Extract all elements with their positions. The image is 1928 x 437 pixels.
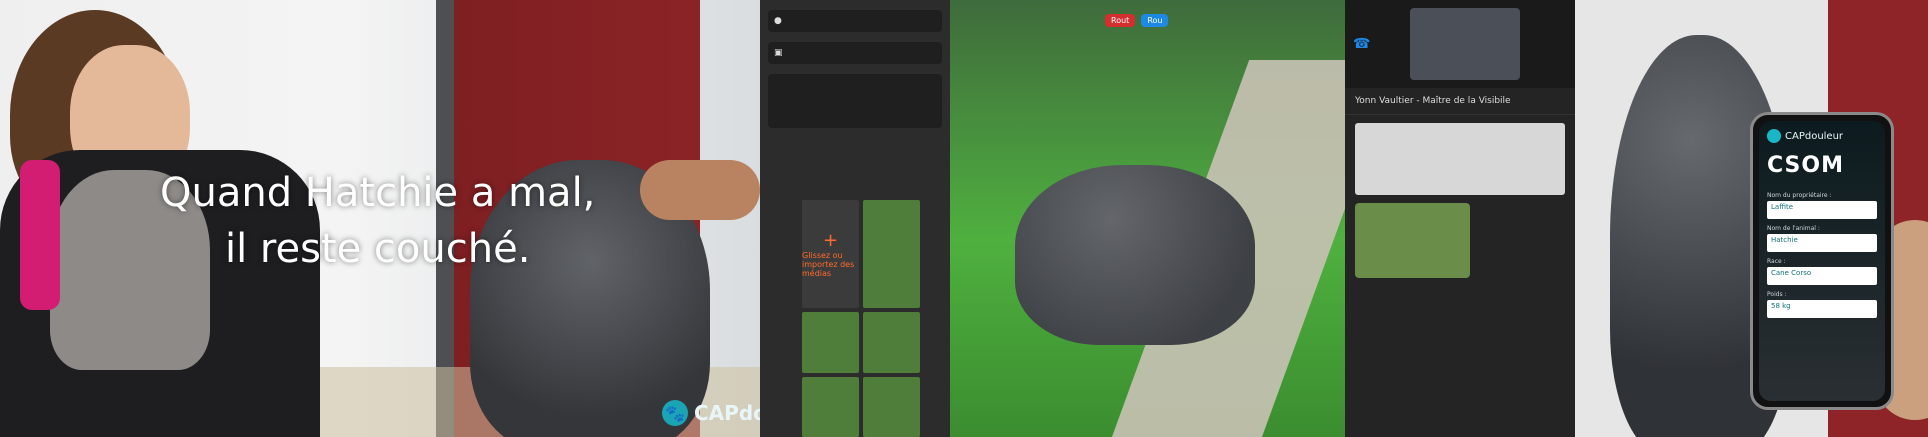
sidebar-card-pet[interactable]: ▣ [768, 42, 942, 64]
record-button[interactable]: Rout [1105, 14, 1136, 27]
chat-message [1355, 123, 1565, 195]
animal-field: Nom de l'animal : Hatchie [1767, 225, 1877, 252]
video-controls: Rout Rou [1105, 14, 1169, 27]
sidebar-card-contact[interactable]: ● [768, 10, 942, 32]
phone-subtitle [1759, 178, 1885, 186]
phone-app-title: CAPdouleur [1785, 130, 1844, 142]
media-thumbnail[interactable] [863, 376, 920, 437]
media-thumbnail[interactable] [802, 312, 859, 373]
pink-jacket-detail [20, 160, 60, 310]
pet-thumbnail-icon: ▣ [774, 48, 783, 58]
app-logo-icon [1767, 129, 1781, 143]
add-media-label: Glissez ou importez des médias [802, 251, 855, 279]
chat-header: Yonn Vaultier - Maître de la Visibile [1345, 88, 1575, 115]
field-label: Nom de l'animal : [1767, 225, 1820, 232]
remote-video-thumbnail [1410, 8, 1521, 80]
avatar-icon: ● [774, 16, 782, 26]
main-video-view: Rout Rou [950, 0, 1400, 437]
weight-input[interactable]: 58 kg [1767, 300, 1877, 318]
media-thumbnail[interactable] [863, 312, 920, 373]
media-thumbnail[interactable] [802, 376, 859, 437]
photo-phone-dog: CAPdouleur CSOM Nom du propriétaire : La… [1575, 0, 1928, 437]
brand-logo: 🐾 CAPdou [662, 400, 760, 426]
left-sidebar: ● ▣ + Glissez ou importez des médias [760, 0, 951, 437]
caption-line-1: Quand Hatchie a mal, [160, 170, 596, 216]
paw-icon: 🐾 [662, 400, 688, 426]
video-call-header: ☎ [1345, 0, 1575, 88]
app-screenshot: ● ▣ + Glissez ou importez des médias Rou… [760, 0, 1575, 437]
chat-panel: ☎ Yonn Vaultier - Maître de la Visibile [1345, 0, 1575, 437]
media-thumbnail[interactable] [863, 200, 920, 309]
smartphone: CAPdouleur CSOM Nom du propriétaire : La… [1750, 112, 1894, 410]
phone-brand-title: CSOM [1767, 153, 1844, 178]
field-label: Poids : [1767, 291, 1787, 298]
owner-field: Nom du propriétaire : Laffite [1767, 192, 1877, 219]
weight-field: Poids : 58 kg [1767, 291, 1877, 318]
human-arm [640, 160, 760, 220]
dog-lying-on-grass [1015, 165, 1255, 345]
photo-woman-dog: Quand Hatchie a mal, il reste couché. 🐾 … [0, 0, 760, 437]
phone-screen: CAPdouleur CSOM Nom du propriétaire : La… [1759, 121, 1885, 401]
phone-app-header: CAPdouleur [1759, 121, 1885, 143]
sidebar-card-appointment[interactable] [768, 74, 942, 128]
field-label: Nom du propriétaire : [1767, 192, 1832, 199]
breed-input[interactable]: Cane Corso [1767, 267, 1877, 285]
video-caption: Quand Hatchie a mal, il reste couché. [160, 165, 595, 277]
caption-line-2: il reste couché. [224, 226, 531, 272]
owner-input[interactable]: Laffite [1767, 201, 1877, 219]
add-media-tile[interactable]: + Glissez ou importez des médias [802, 200, 859, 309]
video-button[interactable]: Rou [1141, 14, 1169, 27]
breed-field: Race : Cane Corso [1767, 258, 1877, 285]
phone-icon[interactable]: ☎ [1353, 36, 1370, 52]
field-label: Race : [1767, 258, 1786, 265]
plus-icon: + [822, 230, 839, 252]
logo-text: CAPdou [694, 401, 760, 425]
chat-image-attachment[interactable] [1355, 203, 1470, 278]
animal-input[interactable]: Hatchie [1767, 234, 1877, 252]
media-grid: + Glissez ou importez des médias [802, 200, 920, 437]
